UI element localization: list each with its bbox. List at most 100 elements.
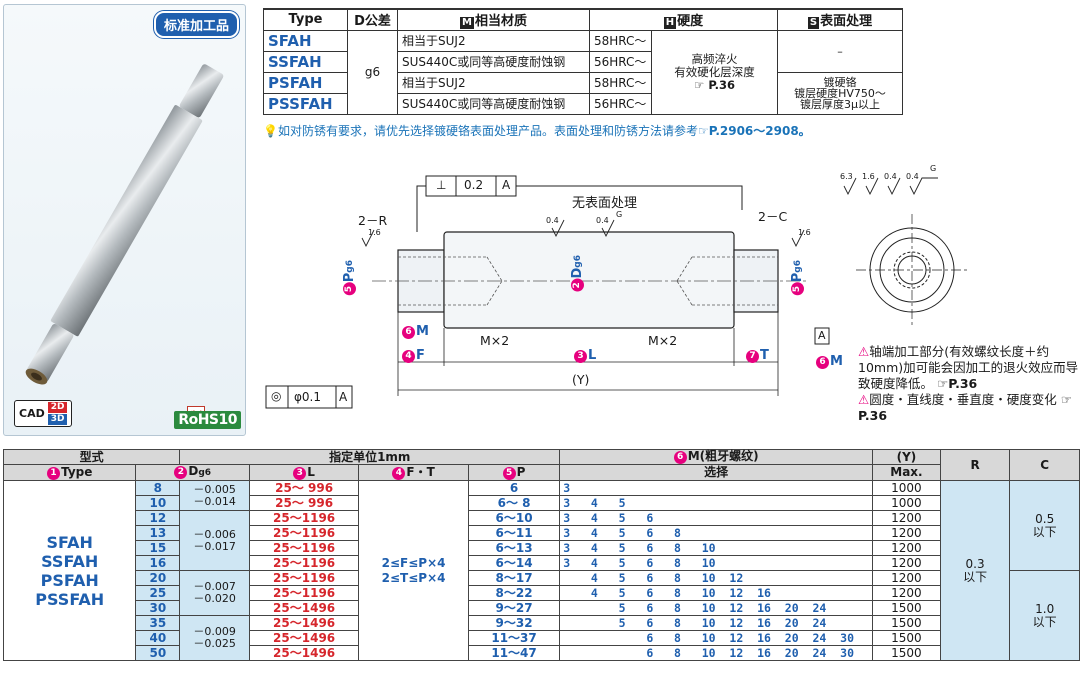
l-range: 25～ 996 <box>248 495 360 511</box>
spec-material: 相当于SUJ2 <box>397 29 590 52</box>
p-range: 11～47 <box>467 645 561 661</box>
spec-header-hardness: H 硬度 <box>589 8 778 31</box>
d-label: 2Dg6 <box>570 255 585 292</box>
annealing-note: ⚠轴端加工部分(有效螺纹长度＋约10mm)加可能会因加工的退火效应而导致硬度降低… <box>858 344 1079 391</box>
spec-row: SFAH g6 相当于SUJ2 58HRC～ 高频淬火 有效硬化层深度 ☞ P.… <box>263 29 903 115</box>
right-p-label: 5Pg6 <box>790 260 805 296</box>
right-thread-label: M×2 <box>648 333 678 348</box>
col-p: 5P <box>467 464 561 481</box>
d-value: 35 <box>135 615 181 631</box>
col-l: 3L <box>248 464 360 481</box>
spec-table: Type D公差 M 相当材质 H 硬度 S 表面处理 SFAH g6 相当于SUJ2… <box>263 8 903 115</box>
spec-hrc: 56HRC～ <box>589 50 652 73</box>
left-p-label: 5Pg6 <box>342 260 357 296</box>
l-range: 25～1496 <box>248 600 360 616</box>
header-unit-group: 指定单位1mm <box>179 449 561 465</box>
y-max: 1200 <box>872 510 941 526</box>
roughness-left: 1.6 <box>368 228 381 237</box>
l-range: 25～1196 <box>248 570 360 586</box>
p-range: 8～22 <box>467 585 561 601</box>
col-d: 2 Dg6 <box>135 464 250 481</box>
col-y-max: Max. <box>872 464 941 481</box>
d-value: 16 <box>135 555 181 571</box>
m-options: 5 6 8 10 12 16 20 24 <box>559 615 874 631</box>
roughness-legend-04b: 0.4 <box>906 172 919 181</box>
l-range: 25～1196 <box>248 525 360 541</box>
c-value-1: 0.5 以下 <box>1009 480 1080 571</box>
spec-header-type: Type <box>263 8 348 31</box>
m-options: 4 5 6 8 10 12 <box>559 570 874 586</box>
m-options: 3 4 5 6 8 10 <box>559 540 874 556</box>
dim-y-label: (Y) <box>572 372 590 387</box>
m-options: 3 4 5 6 <box>559 510 874 526</box>
p-range: 9～27 <box>467 600 561 616</box>
hardness-icon: H <box>663 17 677 30</box>
header-y: (Y) <box>872 449 941 465</box>
page-ref-icon: ☞ <box>697 124 709 138</box>
p-range: 6～14 <box>467 555 561 571</box>
l-range: 25～1196 <box>248 585 360 601</box>
rust-note: 💡如对防锈有要求，请优先选择镀硬铬表面处理产品。表面处理和防锈方法请参考☞P.2… <box>263 124 811 138</box>
conc-symbol: ◎ <box>271 389 282 403</box>
shaft-photo <box>25 64 224 385</box>
p-range: 9～32 <box>467 615 561 631</box>
cad-label: CAD <box>19 407 45 420</box>
geometry-note: ⚠圆度・直线度・垂直度・硬度变化 ☞P.36 <box>858 392 1072 423</box>
l-range: 25～ 996 <box>248 480 360 496</box>
y-max: 1500 <box>872 615 941 631</box>
spec-type: SSFAH <box>263 50 348 73</box>
conc-datum: A <box>339 390 348 404</box>
tol-group: －0.007 －0.020 <box>179 570 250 616</box>
spec-type: SFAH <box>263 29 348 52</box>
spec-surface-chrome: 镀硬铬 镀层硬度HV750～ 镀层厚度3μ以上 <box>777 71 903 115</box>
col-m-select: 选择 <box>559 464 874 481</box>
table-row: 13 25～1196 6～11 3 4 5 6 8 1200 <box>4 525 1080 541</box>
spec-surface-none: – <box>777 29 903 73</box>
spec-header-material: M 相当材质 <box>397 8 590 31</box>
table-row: SFAH SSFAH PSFAH PSSFAH 8 －0.005 －0.014 2… <box>2 480 1080 661</box>
y-max: 1500 <box>872 645 941 661</box>
table-row: 20 －0.007 －0.020 25～1196 8～17 4 5 6 8 10 … <box>4 570 1080 661</box>
header-c: C <box>1009 449 1080 481</box>
roughness-legend-04a: 0.4 <box>884 172 897 181</box>
l-range: 25～1196 <box>248 555 360 571</box>
tol-group: －0.009 －0.025 <box>179 615 250 661</box>
spec-tolerance: g6 <box>347 29 398 115</box>
no-surface-label: 无表面处理 <box>572 196 638 211</box>
page-ref-icon: ☞ <box>693 77 705 92</box>
warning-icon: ⚠ <box>858 392 870 407</box>
table-row: 16 25～1196 6～14 3 4 5 6 8 10 1200 <box>4 555 1080 571</box>
m-options: 3 <box>559 480 874 496</box>
roughness-right: 1.6 <box>798 228 811 237</box>
p-range: 6 <box>467 480 561 496</box>
datum-a-label: A <box>818 329 826 342</box>
perp-datum: A <box>502 178 511 192</box>
drawing-notes: ⚠轴端加工部分(有效螺纹长度＋约10mm)加可能会因加工的退火效应而导致硬度降低… <box>858 344 1080 424</box>
table-row: 30 25～1496 9～27 5 6 8 10 12 16 20 24 150… <box>4 600 1080 616</box>
table-row: 50 25～1496 11～47 6 8 10 12 16 20 24 30 1… <box>4 645 1080 661</box>
rohs-badge: RoHS10 <box>174 411 241 429</box>
m-options: 3 4 5 6 8 10 <box>559 555 874 571</box>
r-value: 0.3 以下 <box>939 480 1011 661</box>
d-value: 10 <box>135 495 181 511</box>
perp-value: 0.2 <box>464 178 484 192</box>
p-range: 6～10 <box>467 510 561 526</box>
y-max: 1000 <box>872 480 941 496</box>
chamfer-c-label: 2－C <box>758 209 788 224</box>
left-m-label: 6M <box>402 324 429 339</box>
spec-type: PSFAH <box>263 71 348 94</box>
y-max: 1200 <box>872 525 941 541</box>
spec-header-tolerance: D公差 <box>347 8 398 31</box>
perp-symbol: ⊥ <box>436 178 447 192</box>
p-range: 11～37 <box>467 630 561 646</box>
col-ft: 4 F・T <box>358 464 469 481</box>
spec-header-surface: S 表面处理 <box>777 8 903 31</box>
m-options: 3 4 5 6 8 <box>559 525 874 541</box>
product-image-panel: 标准加工品 CAD 2D 3D 制 RoHS10 <box>3 4 246 436</box>
standard-machined-badge: 标准加工品 <box>153 11 239 38</box>
technical-drawing: ⊥ 0.2 A 无表面处理 2－R 2－C M×2 M×2 4F 3L 7T (… <box>252 140 1080 440</box>
right-m-label: 6M <box>816 354 843 369</box>
m-options: 6 8 10 12 16 20 24 30 <box>559 630 874 646</box>
d-value: 30 <box>135 600 181 616</box>
p-range: 6～11 <box>467 525 561 541</box>
